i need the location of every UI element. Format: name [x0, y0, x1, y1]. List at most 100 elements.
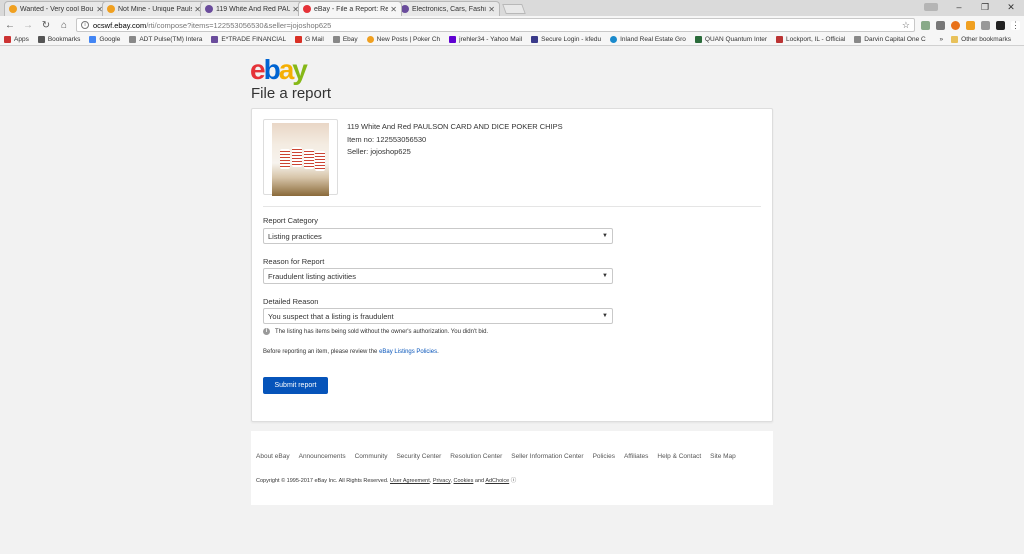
bookmark-adt[interactable]: ADT Pulse(TM) Intera: [129, 36, 202, 43]
adchoice-icon[interactable]: ⓘ: [511, 478, 517, 484]
privacy-link[interactable]: Privacy: [433, 478, 451, 484]
restore-icon[interactable]: ❐: [972, 2, 998, 13]
tab-title: Wanted - Very cool Bou: [20, 5, 94, 13]
bookmark-quan[interactable]: QUAN Quantum Inter: [694, 36, 767, 43]
footer-link-announcements[interactable]: Announcements: [299, 453, 346, 460]
and-text: and: [474, 478, 485, 484]
printer-icon[interactable]: [981, 20, 990, 30]
tab-file-report[interactable]: eBay - File a Report: Rep ✕: [298, 1, 402, 16]
profile-icon[interactable]: [924, 3, 938, 11]
bookmark-lockport[interactable]: Lockport, IL - Official: [776, 36, 845, 43]
caret-down-icon: ▼: [602, 233, 608, 239]
adchoice-link[interactable]: AdChoice: [485, 478, 509, 484]
page-content: ebay File a report 119 White And Red PAU…: [0, 47, 1024, 554]
address-bar[interactable]: i ocswf.ebay.com/rti/compose?items=12255…: [76, 18, 915, 32]
report-category-select[interactable]: Listing practices ▼: [263, 228, 613, 244]
extension-icon[interactable]: [951, 20, 960, 30]
copyright: Copyright © 1995-2017 eBay Inc. All Righ…: [256, 478, 517, 484]
url-domain: ocswf.ebay.com: [93, 20, 147, 30]
bookmark-label: New Posts | Poker Ch: [376, 36, 441, 43]
ebay-logo[interactable]: ebay: [250, 54, 308, 86]
footer-link-help[interactable]: Help & Contact: [657, 453, 701, 460]
menu-icon[interactable]: ⋮: [1011, 20, 1020, 30]
bookmark-label: jrehler34 - Yahoo Mail: [459, 36, 523, 43]
tab-item[interactable]: 119 White And Red PAUL ✕: [200, 1, 304, 16]
tab-wanted[interactable]: Wanted - Very cool Bou ✕: [4, 1, 108, 16]
bookmark-inland[interactable]: Inland Real Estate Gro: [610, 36, 686, 43]
bookmark-ebay[interactable]: Ebay: [332, 36, 358, 43]
user-agreement-link[interactable]: User Agreement: [390, 478, 430, 484]
detailed-reason-label: Detailed Reason: [263, 297, 319, 306]
apps-icon: [4, 36, 11, 43]
bookmark-gmail[interactable]: G Mail: [295, 36, 324, 43]
minimize-icon[interactable]: –: [946, 2, 972, 12]
extension-icon[interactable]: [921, 20, 930, 30]
tab-electronics[interactable]: Electronics, Cars, Fashio ✕: [396, 1, 500, 16]
copyright-text: Copyright © 1995-2017 eBay Inc. All Righ…: [256, 478, 389, 484]
footer-link-community[interactable]: Community: [355, 453, 388, 460]
bookmark-other[interactable]: Other bookmarks: [951, 36, 1011, 43]
bookmark-star-icon[interactable]: ☆: [902, 20, 910, 31]
footer-links: About eBay Announcements Community Secur…: [256, 453, 745, 460]
bookmarks-right: » Other bookmarks: [940, 36, 1020, 43]
bookmark-apps[interactable]: Apps: [4, 36, 29, 43]
browser-chrome: Wanted - Very cool Bou ✕ Not Mine - Uniq…: [0, 0, 1024, 46]
bookmark-label: Bookmarks: [47, 36, 81, 43]
folder-icon: [951, 36, 959, 43]
forward-icon[interactable]: →: [22, 20, 34, 31]
submit-report-button[interactable]: Submit report: [263, 377, 328, 394]
bookmark-yahoo[interactable]: jrehler34 - Yahoo Mail: [449, 36, 522, 43]
close-window-icon[interactable]: ✕: [998, 2, 1024, 13]
bookmark-label: G Mail: [305, 36, 324, 43]
reason-select[interactable]: Fraudulent listing activities ▼: [263, 268, 613, 284]
bookmark-kfedu[interactable]: Secure Login - kfedu: [531, 36, 601, 43]
favicon-icon: [107, 5, 115, 13]
reason-value: Fraudulent listing activities: [268, 271, 356, 281]
bookmark-etrade[interactable]: E*TRADE FINANCIAL: [211, 36, 286, 43]
footer-link-policies[interactable]: Policies: [593, 453, 615, 460]
item-title[interactable]: 119 White And Red PAULSON CARD AND DICE …: [347, 121, 563, 134]
browser-toolbar: ← → ↻ ⌂ i ocswf.ebay.com/rti/compose?ite…: [0, 16, 1024, 34]
footer-link-affiliates[interactable]: Affiliates: [624, 453, 648, 460]
close-icon[interactable]: ✕: [390, 5, 397, 14]
tab-not-mine[interactable]: Not Mine - Unique Paulso ✕: [102, 1, 206, 16]
bookmark-poker[interactable]: New Posts | Poker Ch: [366, 36, 441, 43]
reason-hint: i The listing has items being sold witho…: [263, 328, 488, 335]
item-thumbnail[interactable]: [263, 119, 338, 196]
bookmark-label: Secure Login - kfedu: [541, 36, 602, 43]
tab-title: eBay - File a Report: Rep: [314, 5, 389, 13]
listings-policies-link[interactable]: eBay Listings Policies: [379, 349, 437, 355]
footer-link-seller-info[interactable]: Seller Information Center: [511, 453, 583, 460]
footer-link-resolution[interactable]: Resolution Center: [450, 453, 502, 460]
new-tab-button[interactable]: [502, 4, 526, 14]
url-text: ocswf.ebay.com/rti/compose?items=1225530…: [93, 21, 902, 30]
etrade-icon: [211, 36, 219, 43]
extension-icon[interactable]: [936, 20, 945, 30]
star-icon: [37, 36, 45, 43]
info-icon[interactable]: i: [81, 21, 89, 29]
bookmarks-overflow[interactable]: »: [940, 36, 944, 43]
home-icon[interactable]: ⌂: [58, 20, 70, 31]
bookmark-bookmarks[interactable]: Bookmarks: [37, 36, 81, 43]
footer-link-sitemap[interactable]: Site Map: [710, 453, 736, 460]
reason-label: Reason for Report: [263, 257, 325, 266]
favicon-icon: [303, 5, 311, 13]
tab-bar: Wanted - Very cool Bou ✕ Not Mine - Uniq…: [0, 0, 1024, 16]
extension-icon[interactable]: [996, 20, 1005, 30]
reload-icon[interactable]: ↻: [40, 20, 52, 31]
footer-link-about[interactable]: About eBay: [256, 453, 290, 460]
detailed-reason-select[interactable]: You suspect that a listing is fraudulent…: [263, 308, 613, 324]
footer-link-security[interactable]: Security Center: [396, 453, 441, 460]
caret-down-icon: ▼: [602, 273, 608, 279]
extension-icon[interactable]: [966, 20, 975, 30]
bookmark-google[interactable]: Google: [89, 36, 120, 43]
back-icon[interactable]: ←: [4, 20, 16, 31]
close-icon[interactable]: ✕: [488, 5, 495, 14]
cookies-link[interactable]: Cookies: [454, 478, 474, 484]
bookmark-label: Inland Real Estate Gro: [620, 36, 686, 43]
favicon-icon: [205, 5, 213, 13]
bookmark-label: E*TRADE FINANCIAL: [221, 36, 287, 43]
bookmark-label: Ebay: [342, 36, 358, 43]
bookmark-darvin[interactable]: Darvin Capital One C: [854, 36, 926, 43]
caret-down-icon: ▼: [602, 313, 608, 319]
